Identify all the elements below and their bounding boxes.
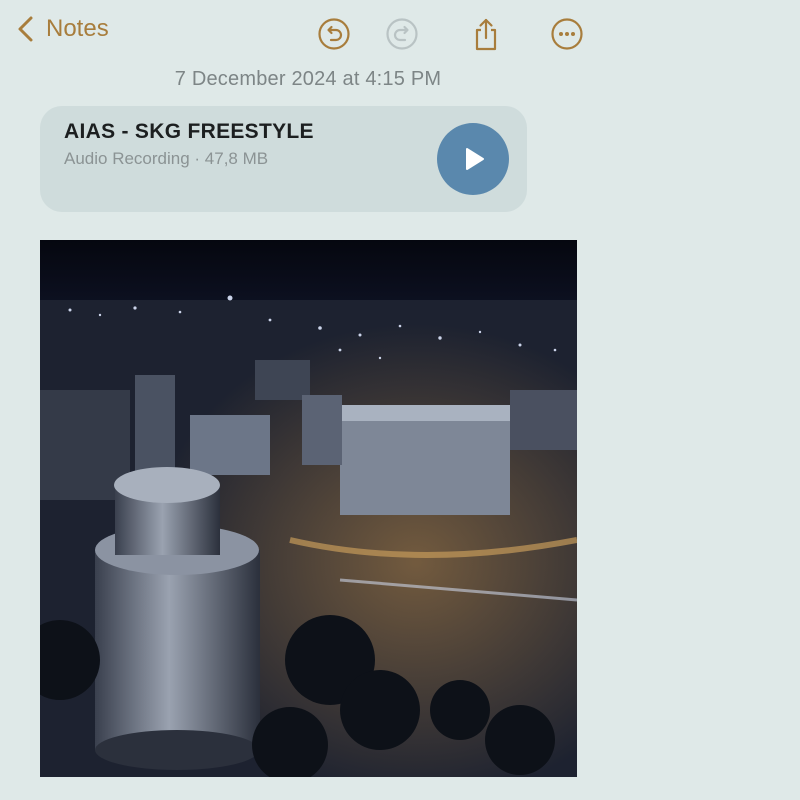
back-button[interactable]: Notes: [14, 14, 109, 44]
attachment-meta: Audio Recording · 47,8 MB: [64, 149, 269, 168]
undo-icon: [318, 18, 350, 50]
redo-button[interactable]: [384, 16, 420, 52]
audio-attachment[interactable]: AIAS - SKG FREESTYLE Audio Recording · 4…: [40, 106, 527, 212]
play-button[interactable]: [437, 123, 509, 195]
night-city-photo: [40, 240, 577, 777]
play-icon: [466, 148, 484, 170]
more-button[interactable]: [549, 16, 585, 52]
share-icon: [475, 18, 497, 51]
chevron-left-icon: [18, 16, 33, 42]
share-button[interactable]: [468, 16, 504, 52]
redo-icon: [386, 18, 418, 50]
photo-attachment[interactable]: [40, 240, 577, 777]
more-icon: [551, 18, 583, 50]
undo-button[interactable]: [316, 16, 352, 52]
back-label: Notes: [46, 15, 109, 42]
note-date: 7 December 2024 at 4:15 PM: [174, 68, 442, 90]
attachment-title: AIAS - SKG FREESTYLE: [64, 120, 314, 143]
